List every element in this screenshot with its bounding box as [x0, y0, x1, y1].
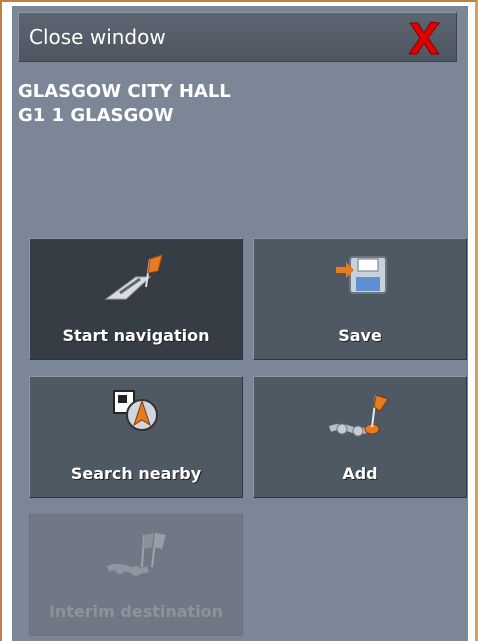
start-navigation-label: Start navigation: [62, 326, 210, 345]
search-nearby-button[interactable]: Search nearby: [29, 376, 243, 498]
location-city: G1 1 GLASGOW: [18, 105, 174, 126]
interim-destination-button[interactable]: Interim destination: [29, 514, 243, 636]
save-disk-icon: [336, 256, 387, 294]
search-nearby-label: Search nearby: [70, 464, 202, 483]
save-label: Save: [338, 326, 382, 345]
close-window-label: Close window: [29, 25, 166, 49]
route-flag-icon: [104, 254, 163, 300]
start-navigation-button[interactable]: Start navigation: [29, 238, 243, 360]
add-button[interactable]: Add: [253, 376, 467, 498]
fuel-poi-icon: [113, 390, 158, 431]
location-name: GLASGOW CITY HALL: [18, 81, 231, 102]
location-address: GLASGOW CITY HALL G1 1 GLASGOW: [18, 80, 231, 128]
checkered-flags-icon: [106, 532, 166, 576]
add-waypoint-flag-icon: [328, 394, 389, 437]
interim-destination-label: Interim destination: [48, 602, 224, 621]
save-button[interactable]: Save: [253, 238, 467, 360]
add-label: Add: [342, 464, 378, 483]
close-icon[interactable]: [404, 19, 444, 57]
close-window-bar[interactable]: Close window: [18, 12, 457, 62]
